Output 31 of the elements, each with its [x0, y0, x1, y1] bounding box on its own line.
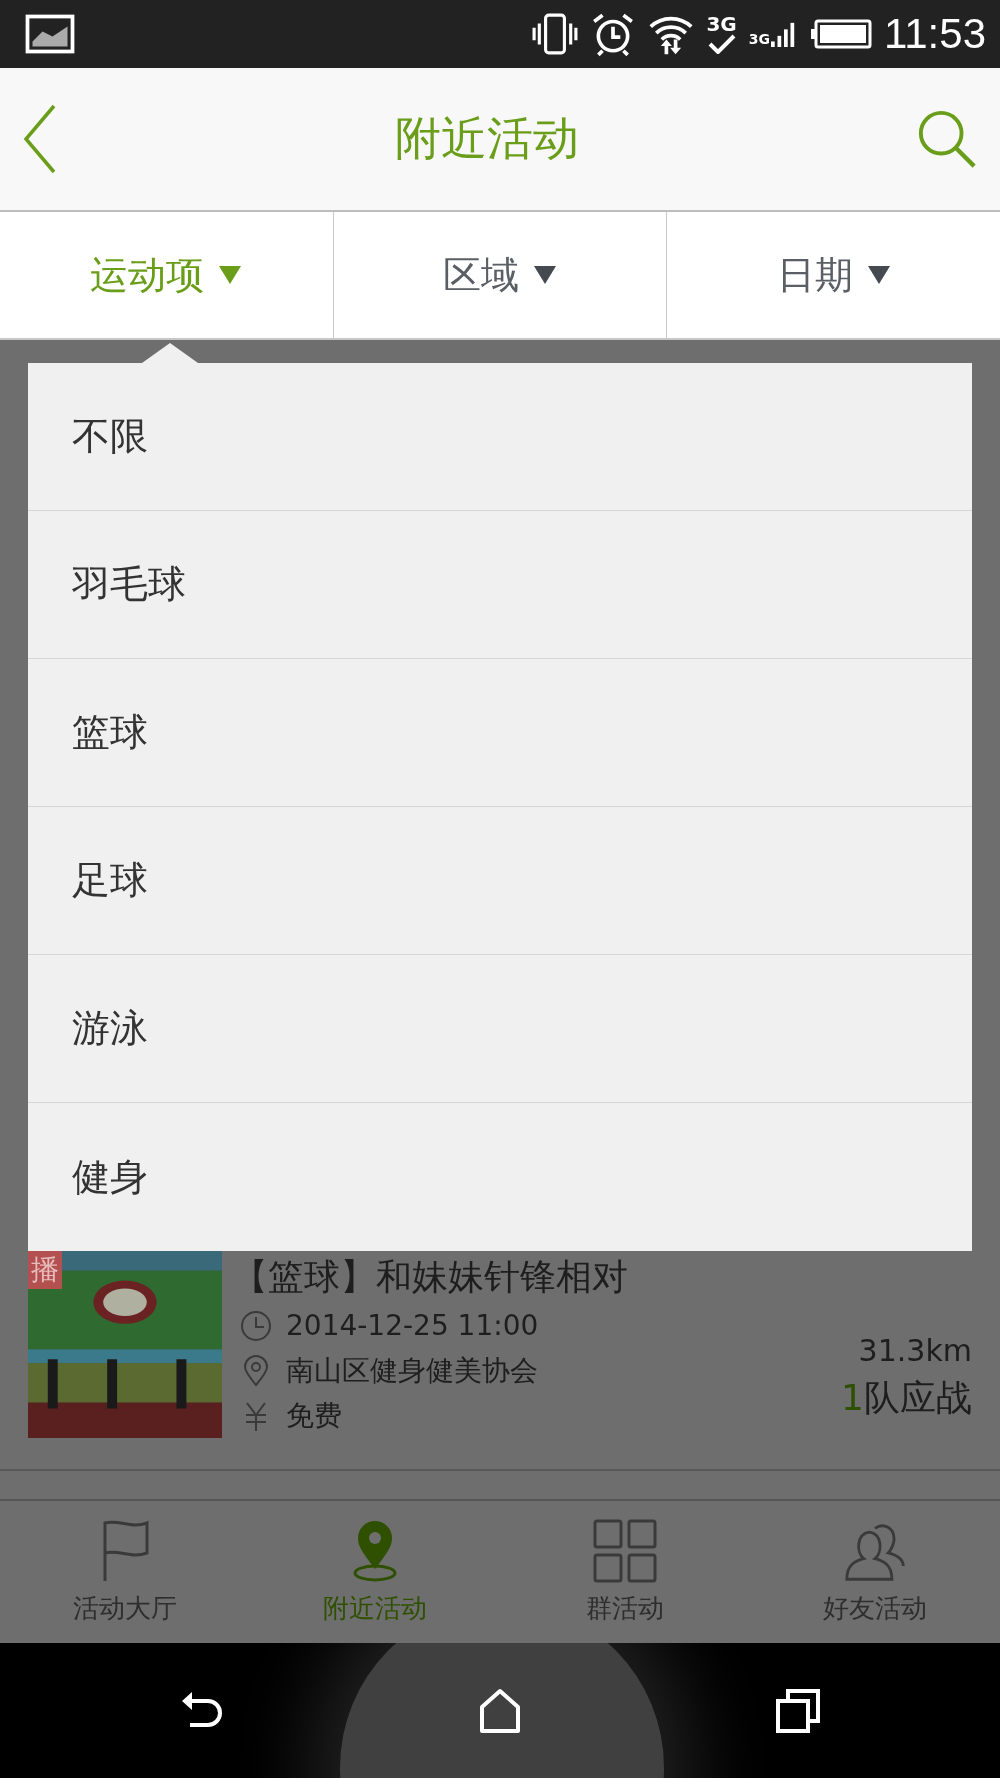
activity-location: 南山区健身健美协会 [286, 1352, 538, 1389]
signal-label: 3G [748, 31, 770, 47]
grid-icon [593, 1518, 657, 1583]
activity-time: 2014-12-25 11:00 [286, 1309, 539, 1342]
activity-title: 【篮球】和妹妹针锋相对 [232, 1255, 629, 1299]
dropdown-option[interactable]: 不限 [28, 363, 972, 511]
clock-time: 11:53 [884, 10, 986, 58]
dropdown-option[interactable]: 篮球 [28, 659, 972, 807]
check-icon [706, 34, 737, 54]
battery-icon [810, 19, 872, 49]
dropdown-option[interactable]: 羽毛球 [28, 511, 972, 659]
broadcast-badge: 播 [28, 1251, 62, 1289]
clock-icon [240, 1309, 272, 1342]
caret-icon [218, 265, 243, 285]
search-icon[interactable] [916, 108, 978, 170]
team-count: 1队应战 [841, 1376, 972, 1420]
filter-tab[interactable]: 运动项 [0, 212, 334, 338]
activity-price: 免费 [286, 1397, 342, 1434]
gallery-icon [24, 14, 76, 54]
recent-apps-icon[interactable] [774, 1686, 822, 1735]
vibrate-icon [532, 11, 579, 57]
filter-tab[interactable]: 区域 [333, 212, 668, 338]
caret-icon [866, 265, 891, 285]
filter-tab[interactable]: 日期 [667, 212, 1000, 338]
distance-label: 31.3km [858, 1333, 972, 1368]
dropdown-option[interactable]: 游泳 [28, 955, 972, 1103]
network-label: 3G [706, 14, 737, 34]
dropdown-option[interactable]: 足球 [28, 807, 972, 955]
caret-icon [533, 265, 557, 285]
dropdown-option[interactable]: 健身 [28, 1103, 972, 1251]
page-title: 附近活动 [395, 110, 579, 167]
